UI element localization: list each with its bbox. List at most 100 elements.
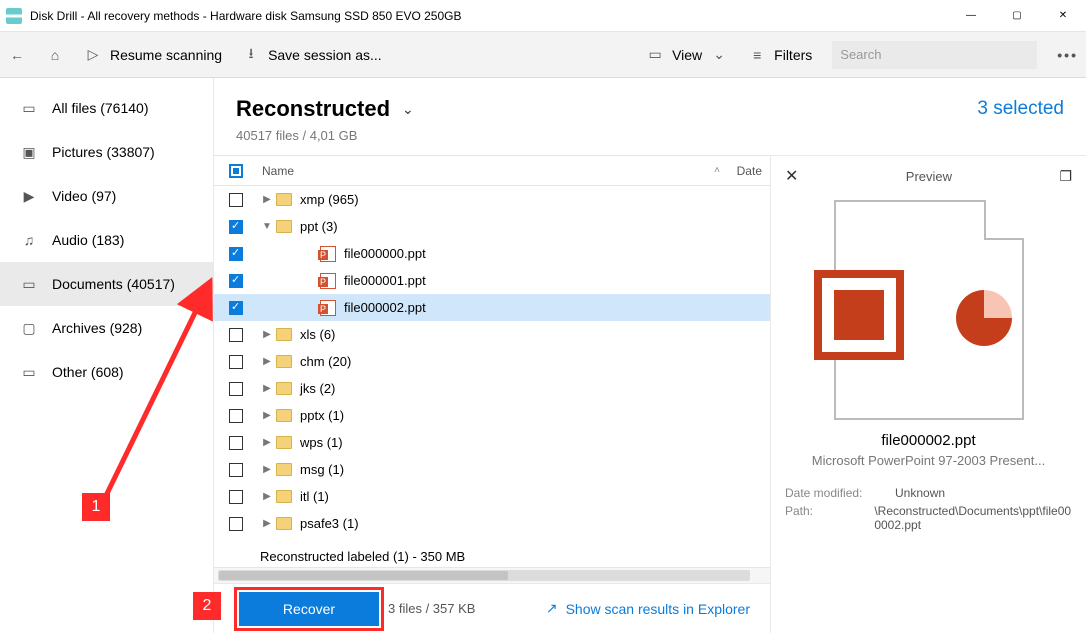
row-checkbox[interactable]	[229, 490, 243, 504]
close-button[interactable]: ✕	[1040, 0, 1086, 32]
disclosure-icon[interactable]: ▶	[258, 383, 276, 394]
view-dropdown[interactable]: ▭View⌄	[646, 46, 728, 63]
row-label: pptx (1)	[300, 408, 344, 423]
horizontal-scrollbar[interactable]	[214, 567, 770, 583]
folder-icon	[276, 490, 292, 503]
select-all-checkbox[interactable]	[229, 164, 243, 178]
column-date[interactable]: Date	[720, 164, 770, 178]
row-checkbox[interactable]	[229, 409, 243, 423]
file-row[interactable]: file000002.ppt	[214, 294, 770, 321]
file-row[interactable]: ▶ pptx (1)	[214, 402, 770, 429]
open-external-icon: ↗	[546, 600, 558, 617]
selected-count[interactable]: 3 selected	[977, 98, 1064, 120]
pop-out-icon[interactable]: ❐	[1059, 168, 1072, 185]
titlebar: Disk Drill - All recovery methods - Hard…	[0, 0, 1086, 32]
more-button[interactable]: •••	[1057, 47, 1078, 63]
sidebar: ▭All files (76140) ▣Pictures (33807) ▶Vi…	[0, 78, 214, 633]
row-checkbox[interactable]	[229, 382, 243, 396]
sidebar-item-label: Documents (40517)	[52, 276, 175, 292]
section-stats: 40517 files / 4,01 GB	[214, 126, 1086, 155]
file-row[interactable]: ▼ppt (3)	[214, 213, 770, 240]
chevron-down-icon: ⌄	[710, 46, 728, 63]
save-label: Save session as...	[268, 47, 382, 63]
home-button[interactable]: ⌂	[46, 47, 64, 63]
sidebar-item-other[interactable]: ▭Other (608)	[0, 350, 213, 394]
folder-icon	[276, 436, 292, 449]
row-checkbox[interactable]	[229, 517, 243, 531]
file-list[interactable]: ▶xmp (965)▼ppt (3)file000000.ppt file0000…	[214, 186, 770, 545]
row-label: jks (2)	[300, 381, 335, 396]
file-row[interactable]: ▶ msg (1)	[214, 456, 770, 483]
file-row[interactable]: ▶psafe3 (1)	[214, 510, 770, 537]
show-link-label: Show scan results in Explorer	[566, 601, 750, 617]
disclosure-icon[interactable]: ▶	[258, 518, 276, 529]
file-row[interactable]: ▶xmp (965)	[214, 186, 770, 213]
file-row[interactable]: ▶wps (1)	[214, 429, 770, 456]
row-checkbox[interactable]	[229, 328, 243, 342]
file-row[interactable]: file000001.ppt	[214, 267, 770, 294]
ppt-icon	[320, 273, 336, 289]
close-preview-button[interactable]: ✕	[785, 166, 798, 186]
meta-value: \Reconstructed\Documents\ppt\file000002.…	[874, 504, 1072, 532]
disclosure-icon[interactable]: ▶	[258, 491, 276, 502]
chevron-down-icon[interactable]: ⌄	[402, 101, 414, 118]
disclosure-icon[interactable]: ▼	[258, 221, 276, 232]
file-row[interactable]: file000000.ppt	[214, 240, 770, 267]
show-in-explorer-link[interactable]: ↗ Show scan results in Explorer	[546, 600, 750, 617]
sidebar-item-all[interactable]: ▭All files (76140)	[0, 86, 213, 130]
back-button[interactable]: ←	[8, 47, 26, 63]
minimize-button[interactable]: —	[948, 0, 994, 32]
search-input[interactable]: Search	[832, 41, 1037, 69]
resume-label: Resume scanning	[110, 47, 222, 63]
row-label: file000001.ppt	[344, 273, 426, 288]
recover-button[interactable]: Recover	[239, 592, 379, 626]
sidebar-item-label: Video (97)	[52, 188, 116, 204]
disclosure-icon[interactable]: ▶	[258, 329, 276, 340]
sidebar-item-label: All files (76140)	[52, 100, 149, 116]
column-name[interactable]: Name	[258, 164, 714, 178]
truncated-row: Reconstructed labeled (1) - 350 MB	[214, 545, 770, 567]
ppt-icon	[320, 300, 336, 316]
row-checkbox[interactable]	[229, 463, 243, 477]
row-checkbox[interactable]	[229, 436, 243, 450]
resume-scan-button[interactable]: ▷Resume scanning	[84, 46, 222, 63]
row-label: msg (1)	[300, 462, 344, 477]
sidebar-item-label: Other (608)	[52, 364, 124, 380]
sidebar-item-audio[interactable]: ♫Audio (183)	[0, 218, 213, 262]
row-label: itl (1)	[300, 489, 329, 504]
row-checkbox[interactable]	[229, 193, 243, 207]
file-row[interactable]: ▶ jks (2)	[214, 375, 770, 402]
section-title[interactable]: Reconstructed	[236, 96, 390, 122]
disclosure-icon[interactable]: ▶	[258, 194, 276, 205]
file-row[interactable]: ▶ itl (1)	[214, 483, 770, 510]
sidebar-item-documents[interactable]: ▭Documents (40517)	[0, 262, 213, 306]
filters-button[interactable]: ≡Filters	[748, 47, 812, 63]
save-session-button[interactable]: ⭳Save session as...	[242, 43, 382, 67]
row-checkbox[interactable]	[229, 247, 243, 261]
row-label: file000002.ppt	[344, 300, 426, 315]
row-checkbox[interactable]	[229, 220, 243, 234]
sidebar-item-label: Archives (928)	[52, 320, 142, 336]
sidebar-item-label: Audio (183)	[52, 232, 124, 248]
ppt-icon	[320, 246, 336, 262]
disclosure-icon[interactable]: ▶	[258, 410, 276, 421]
annotation-badge-1: 1	[82, 493, 110, 521]
annotation-badge-2: 2	[193, 592, 221, 620]
file-row[interactable]: ▶xls (6)	[214, 321, 770, 348]
folder-icon	[276, 193, 292, 206]
disclosure-icon[interactable]: ▶	[258, 464, 276, 475]
file-row[interactable]: ▶chm (20)	[214, 348, 770, 375]
sidebar-item-pictures[interactable]: ▣Pictures (33807)	[0, 130, 213, 174]
filters-label: Filters	[774, 47, 812, 63]
sidebar-item-video[interactable]: ▶Video (97)	[0, 174, 213, 218]
sidebar-item-archives[interactable]: ▢ Archives (928)	[0, 306, 213, 350]
preview-filename: file000002.ppt	[785, 432, 1072, 449]
archives-icon: ▢	[20, 319, 38, 337]
disclosure-icon[interactable]: ▶	[258, 356, 276, 367]
row-checkbox[interactable]	[229, 355, 243, 369]
row-checkbox[interactable]	[229, 274, 243, 288]
pictures-icon: ▣	[20, 143, 38, 161]
maximize-button[interactable]: ▢	[994, 0, 1040, 32]
disclosure-icon[interactable]: ▶	[258, 437, 276, 448]
row-checkbox[interactable]	[229, 301, 243, 315]
